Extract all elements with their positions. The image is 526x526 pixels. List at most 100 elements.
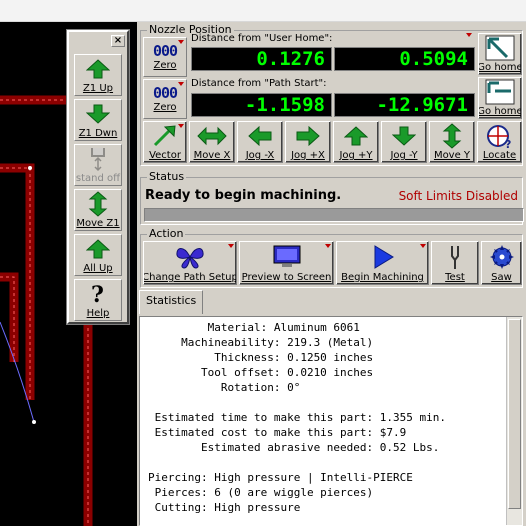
user-home-label: Distance from "User Home": — [191, 33, 333, 44]
jog-button-move-y[interactable]: Move Y — [429, 121, 475, 163]
dropdown-arrow-icon[interactable] — [466, 33, 472, 37]
jog-button-jog-y[interactable]: Jog -Y — [381, 121, 427, 163]
user-home-y-display: 0.5094 — [334, 47, 475, 71]
go-home-label: Go home — [478, 106, 522, 117]
horizontal-double-arrow-icon — [197, 122, 227, 150]
standoff-icon — [87, 145, 109, 173]
z-button-label: All Up — [83, 263, 113, 274]
nozzle-position-group: Nozzle Position 000 Zero Distance from "… — [140, 23, 523, 166]
statistics-line: Estimated cost to make this part: $7.9 — [148, 426, 407, 439]
jog-button-label: Locate — [482, 150, 517, 161]
z-button-help[interactable]: ? Help — [74, 279, 122, 321]
arrow-left-icon — [248, 122, 272, 150]
arrow-up-icon — [86, 235, 110, 263]
jog-button-vector[interactable]: Vector — [143, 121, 187, 163]
svg-text:?: ? — [91, 282, 104, 307]
statistics-line: Thickness: 0.1250 inches — [148, 351, 374, 364]
zero-user-home-button[interactable]: 000 Zero — [143, 37, 187, 77]
statistics-scrollbar[interactable] — [506, 317, 522, 525]
progress-bar — [144, 208, 524, 222]
jog-button-jog-x[interactable]: Jog +X — [285, 121, 331, 163]
action-button-label: Saw — [491, 272, 512, 283]
z-toolbar-titlebar[interactable]: × — [69, 32, 127, 50]
jog-button-jog-y[interactable]: Jog +Y — [333, 121, 379, 163]
z-button-move-z1[interactable]: Move Z1 — [74, 189, 122, 231]
jog-button-label: Move Y — [433, 150, 471, 161]
action-button-label: Test — [445, 272, 465, 283]
statistics-line — [148, 455, 522, 470]
z-button-z1-dwn[interactable]: Z1 Dwn — [74, 99, 122, 141]
statistics-text: Material: Aluminum 6061 Machineability: … — [140, 317, 522, 515]
z-button-label: Z1 Up — [82, 83, 114, 94]
statistics-line: Material: Aluminum 6061 — [148, 321, 360, 334]
tab-statistics-label: Statistics — [146, 294, 197, 307]
action-button-preview-to-screen[interactable]: Preview to Screen — [239, 241, 334, 285]
z-button-label: Z1 Dwn — [78, 128, 118, 139]
jog-button-label: Jog +X — [291, 150, 325, 161]
statistics-line: Estimated time to make this part: 1.355 … — [148, 411, 447, 424]
action-group: Action Change Path Setup Preview to Scree… — [140, 227, 523, 288]
jog-button-move-x[interactable]: Move X — [189, 121, 235, 163]
z-button-label: Help — [86, 308, 110, 319]
action-button-label: Begin Machining — [341, 272, 424, 283]
dropdown-arrow-icon — [178, 124, 184, 128]
jog-button-jog-x[interactable]: Jog -X — [237, 121, 283, 163]
action-button-label: Change Path Setup — [143, 272, 237, 283]
z-button-label: stand off — [75, 173, 121, 184]
action-button-begin-machining[interactable]: Begin Machining — [336, 241, 429, 285]
statistics-line: Piercing: High pressure | Intelli-PIERCE — [148, 471, 413, 484]
close-icon[interactable]: × — [111, 35, 125, 47]
status-group: Status Ready to begin machining. Soft Li… — [140, 170, 524, 225]
go-home-icon — [485, 34, 515, 62]
status-message: Ready to begin machining. — [145, 188, 342, 203]
monitor-icon — [271, 242, 303, 272]
go-home-button-1[interactable]: Go home — [478, 33, 522, 75]
tuning-fork-icon — [445, 242, 465, 272]
svg-text:?: ? — [505, 138, 511, 149]
play-icon — [371, 242, 395, 272]
status-title: Status — [147, 170, 187, 183]
dropdown-arrow-icon — [178, 82, 184, 86]
action-button-change-path-setup[interactable]: Change Path Setup — [143, 241, 237, 285]
statistics-line: Machineability: 219.3 (Metal) — [148, 336, 374, 349]
go-home-button-2[interactable]: Go home — [478, 77, 522, 119]
jog-button-label: Move X — [193, 150, 231, 161]
action-title: Action — [147, 227, 186, 240]
action-button-test[interactable]: Test — [431, 241, 479, 285]
path-start-x-display: -1.1598 — [191, 93, 332, 117]
z-button-label: Move Z1 — [76, 218, 120, 229]
control-panel: Nozzle Position 000 Zero Distance from "… — [137, 22, 526, 526]
zero-glyph: 000 — [152, 84, 178, 102]
go-path-start-icon — [485, 78, 515, 106]
zero-path-start-button[interactable]: 000 Zero — [143, 79, 187, 119]
soft-limits-indicator[interactable]: Soft Limits Disabled — [399, 189, 518, 203]
z-axis-toolbar: × Z1 Up Z1 Dwn stand off Move Z1 All Up? Help — [67, 30, 129, 324]
top-strip — [0, 0, 526, 22]
jog-button-label: Jog -X — [245, 150, 275, 161]
dropdown-arrow-icon — [228, 244, 234, 248]
question-icon: ? — [88, 280, 108, 308]
scrollbar-thumb[interactable] — [508, 319, 521, 509]
statistics-panel: Material: Aluminum 6061 Machineability: … — [139, 316, 523, 526]
path-start-y-display: -12.9671 — [334, 93, 475, 117]
tab-statistics[interactable]: Statistics — [139, 290, 204, 314]
statistics-line: Cutting: High pressure — [148, 501, 301, 514]
go-home-label: Go home — [478, 62, 522, 73]
locate-icon: ? — [485, 122, 515, 150]
z-button-stand-off: stand off — [74, 144, 122, 186]
zero-glyph: 000 — [152, 42, 178, 60]
arrow-down-icon — [392, 122, 416, 150]
statistics-line: Rotation: 0° — [148, 381, 301, 394]
vertical-double-arrow-icon — [442, 122, 462, 150]
z-button-all-up[interactable]: All Up — [74, 234, 122, 276]
action-button-saw[interactable]: Saw — [481, 241, 522, 285]
dropdown-arrow-icon — [420, 244, 426, 248]
action-button-label: Preview to Screen — [241, 272, 332, 283]
statistics-line: Estimated abrasive needed: 0.52 Lbs. — [148, 441, 440, 454]
statistics-line: Tool offset: 0.0210 inches — [148, 366, 374, 379]
jog-button-locate[interactable]: ? Locate — [477, 121, 522, 163]
jog-button-label: Jog +Y — [339, 150, 373, 161]
saw-blade-icon — [489, 242, 515, 272]
jog-button-label: Jog -Y — [390, 150, 418, 161]
z-button-z1-up[interactable]: Z1 Up — [74, 54, 122, 96]
